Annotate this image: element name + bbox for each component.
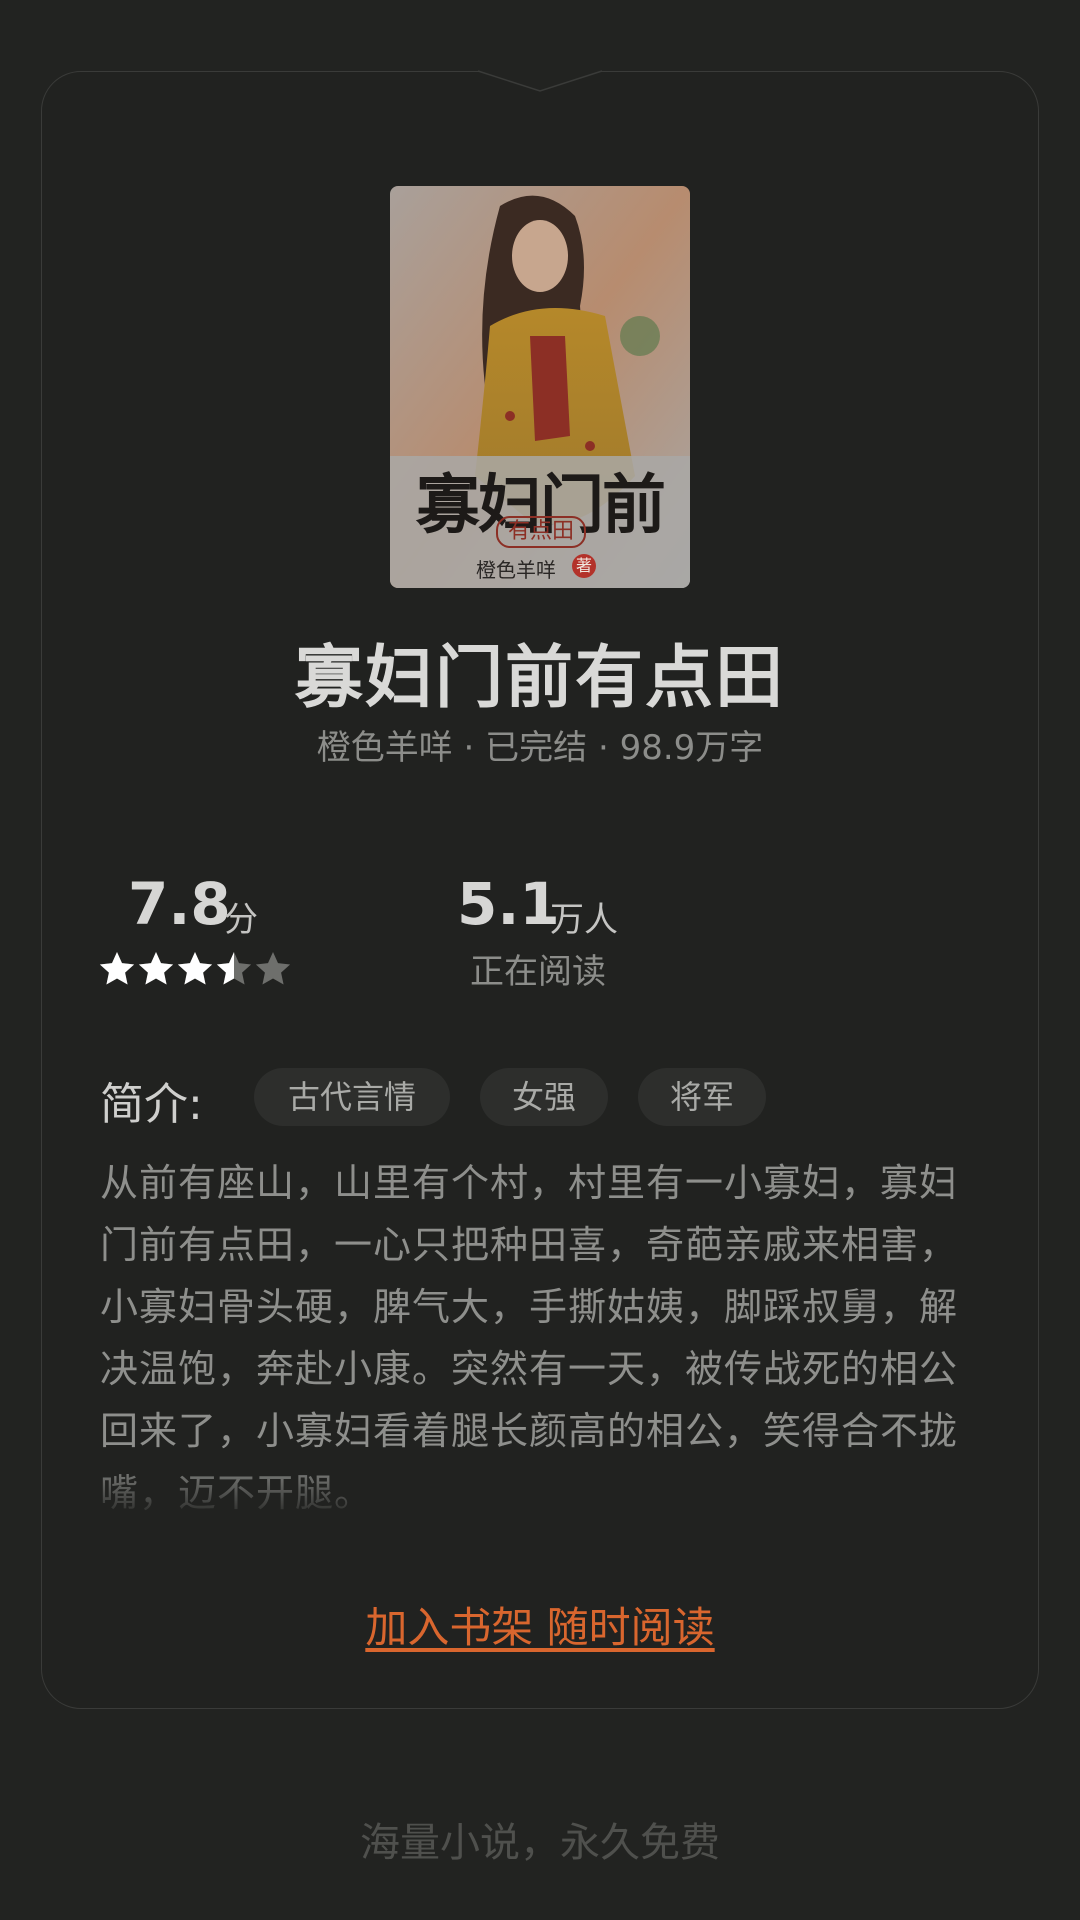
rating-unit: 分 — [224, 900, 258, 940]
cover-subtitle: 有点田 — [496, 516, 586, 548]
rating-stars — [99, 952, 291, 985]
readers-label: 正在阅读 — [470, 952, 606, 992]
star-icon — [138, 952, 174, 985]
star-icon — [99, 952, 135, 985]
book-meta: 橙色羊咩 · 已完结 · 98.9万字 — [316, 728, 764, 768]
book-title: 寡妇门前有点田 — [294, 639, 785, 718]
readers-unit: 万人 — [550, 900, 618, 940]
footer-slogan: 海量小说，永久免费 — [360, 1820, 720, 1866]
rating-score: 7.8 — [128, 870, 231, 938]
tag-chip[interactable]: 古代言情 — [254, 1068, 450, 1126]
readers-count: 5.1 — [457, 870, 560, 938]
tag-chip[interactable]: 女强 — [480, 1068, 608, 1126]
star-icon — [255, 952, 291, 985]
book-description: 从前有座山，山里有个村，村里有一小寡妇，寡妇门前有点田，一心只把种田喜，奇葩亲戚… — [100, 1161, 959, 1512]
cover-author: 橙色羊咩 — [476, 558, 556, 582]
add-to-shelf-link[interactable]: 加入书架 随时阅读 — [0, 1594, 1080, 1655]
cover-author-badge: 著 — [572, 554, 596, 578]
tag-chip[interactable]: 将军 — [638, 1068, 766, 1126]
star-icon — [216, 952, 252, 985]
intro-label: 简介: — [100, 1079, 203, 1130]
book-cover[interactable]: 寡妇门前 有点田 橙色羊咩 著 — [390, 186, 690, 588]
star-icon — [177, 952, 213, 985]
